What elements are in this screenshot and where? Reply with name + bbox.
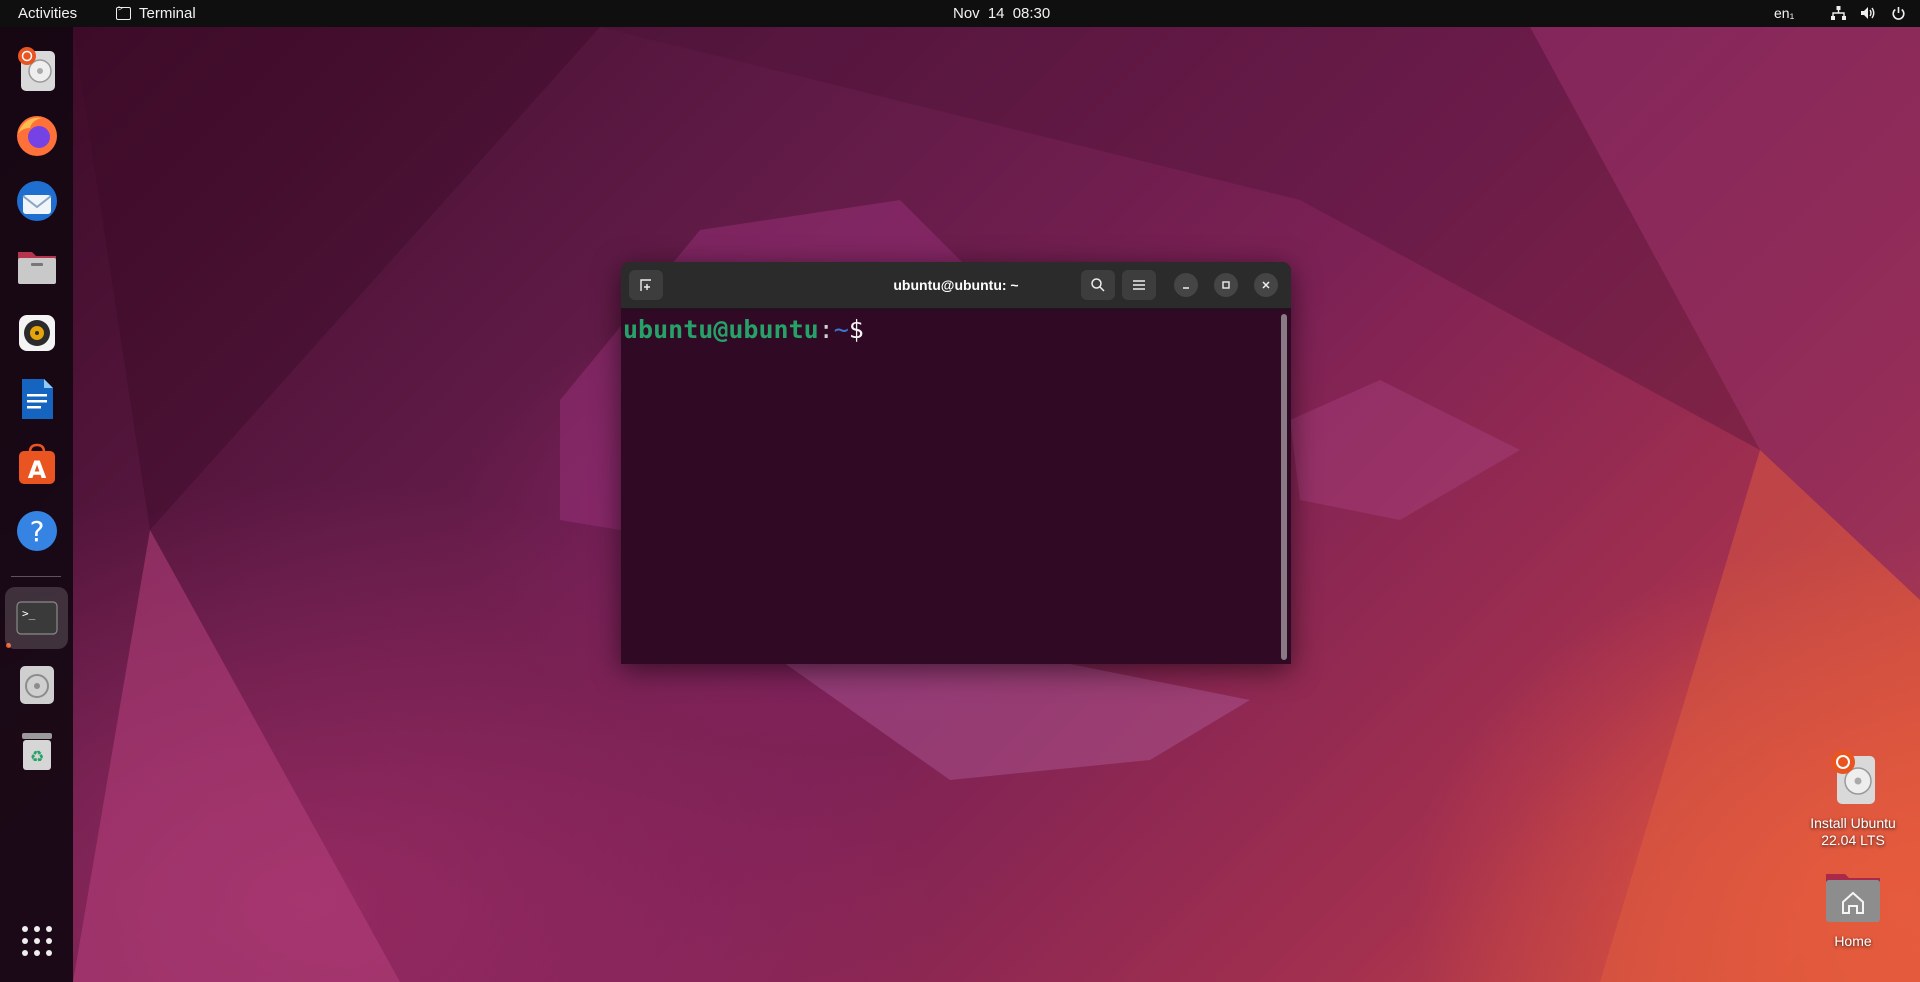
dock: A ? >_ ♻	[0, 27, 73, 982]
trash-icon: ♻	[21, 733, 52, 770]
app-menu-label: Terminal	[139, 5, 196, 22]
terminal-headerbar[interactable]: ubuntu@ubuntu: ~	[621, 262, 1291, 309]
prompt-path: ~	[833, 315, 849, 344]
terminal-window[interactable]: ubuntu@ubuntu: ~ ubuntu@ubuntu:~$	[621, 262, 1291, 664]
software-icon: A	[18, 443, 55, 484]
terminal-icon: >_	[15, 601, 58, 635]
desktop-home[interactable]: Home	[1798, 870, 1908, 950]
terminal-small-icon	[116, 4, 131, 20]
dock-install-ubuntu[interactable]	[5, 38, 68, 100]
menu-button[interactable]	[1122, 270, 1156, 300]
install-ubuntu-icon	[17, 47, 55, 91]
minimize-icon	[1183, 287, 1189, 289]
minimize-button[interactable]	[1174, 273, 1198, 297]
system-status-area[interactable]	[1830, 5, 1906, 21]
app-grid-icon	[21, 926, 52, 956]
files-icon	[17, 252, 56, 284]
terminal-scrollbar[interactable]	[1281, 314, 1287, 660]
dock-disc[interactable]	[5, 654, 68, 716]
svg-text:>_: >_	[22, 607, 36, 620]
writer-icon	[21, 379, 53, 419]
clock[interactable]: Nov 14 08:30	[953, 5, 1050, 22]
svg-text:♻: ♻	[29, 747, 43, 766]
dock-files[interactable]	[5, 236, 68, 298]
shell-prompt: ubuntu@ubuntu:~$	[623, 315, 864, 344]
install-ubuntu-icon	[1831, 750, 1875, 804]
maximize-button[interactable]	[1214, 273, 1238, 297]
close-icon	[1262, 281, 1270, 289]
dock-thunderbird[interactable]	[5, 170, 68, 232]
activities-button[interactable]: Activities	[18, 5, 77, 22]
network-icon	[1830, 5, 1846, 21]
help-icon: ?	[16, 511, 57, 551]
maximize-icon	[1222, 281, 1230, 289]
svg-text:?: ?	[29, 515, 44, 548]
rhythmbox-icon	[18, 315, 55, 351]
install-ubuntu-label-1: Install Ubuntu	[1810, 815, 1896, 831]
desktop-install-ubuntu[interactable]: Install Ubuntu 22.04 LTS	[1798, 748, 1908, 849]
terminal-content[interactable]: ubuntu@ubuntu:~$	[621, 309, 1291, 664]
prompt-colon: :	[818, 315, 834, 344]
home-folder-icon	[1826, 874, 1880, 922]
dock-writer[interactable]	[5, 368, 68, 430]
app-menu[interactable]: Terminal	[116, 4, 196, 22]
close-button[interactable]	[1254, 273, 1278, 297]
prompt-symbol: $	[848, 315, 864, 344]
show-applications-button[interactable]	[5, 910, 68, 972]
install-ubuntu-label-2: 22.04 LTS	[1821, 832, 1885, 848]
hamburger-icon	[1133, 280, 1145, 290]
top-bar: Activities Terminal Nov 14 08:30 en₁	[0, 0, 1920, 27]
language-indicator[interactable]: en₁	[1774, 5, 1794, 21]
dock-terminal[interactable]: >_	[5, 587, 68, 649]
thunderbird-icon	[16, 181, 57, 221]
firefox-icon	[16, 116, 57, 156]
dock-firefox[interactable]	[5, 104, 68, 166]
prompt-user: ubuntu@ubuntu	[623, 315, 819, 344]
home-label: Home	[1834, 933, 1872, 949]
power-icon	[1890, 5, 1906, 21]
dock-separator	[11, 576, 61, 577]
svg-text:A: A	[27, 456, 46, 484]
dock-software[interactable]: A	[5, 434, 68, 496]
dock-rhythmbox[interactable]	[5, 302, 68, 364]
search-button[interactable]	[1081, 270, 1115, 300]
dock-help[interactable]: ?	[5, 500, 68, 562]
disc-icon	[19, 666, 54, 704]
search-icon	[1091, 278, 1105, 292]
volume-icon	[1860, 5, 1876, 21]
dock-trash[interactable]: ♻	[5, 720, 68, 782]
